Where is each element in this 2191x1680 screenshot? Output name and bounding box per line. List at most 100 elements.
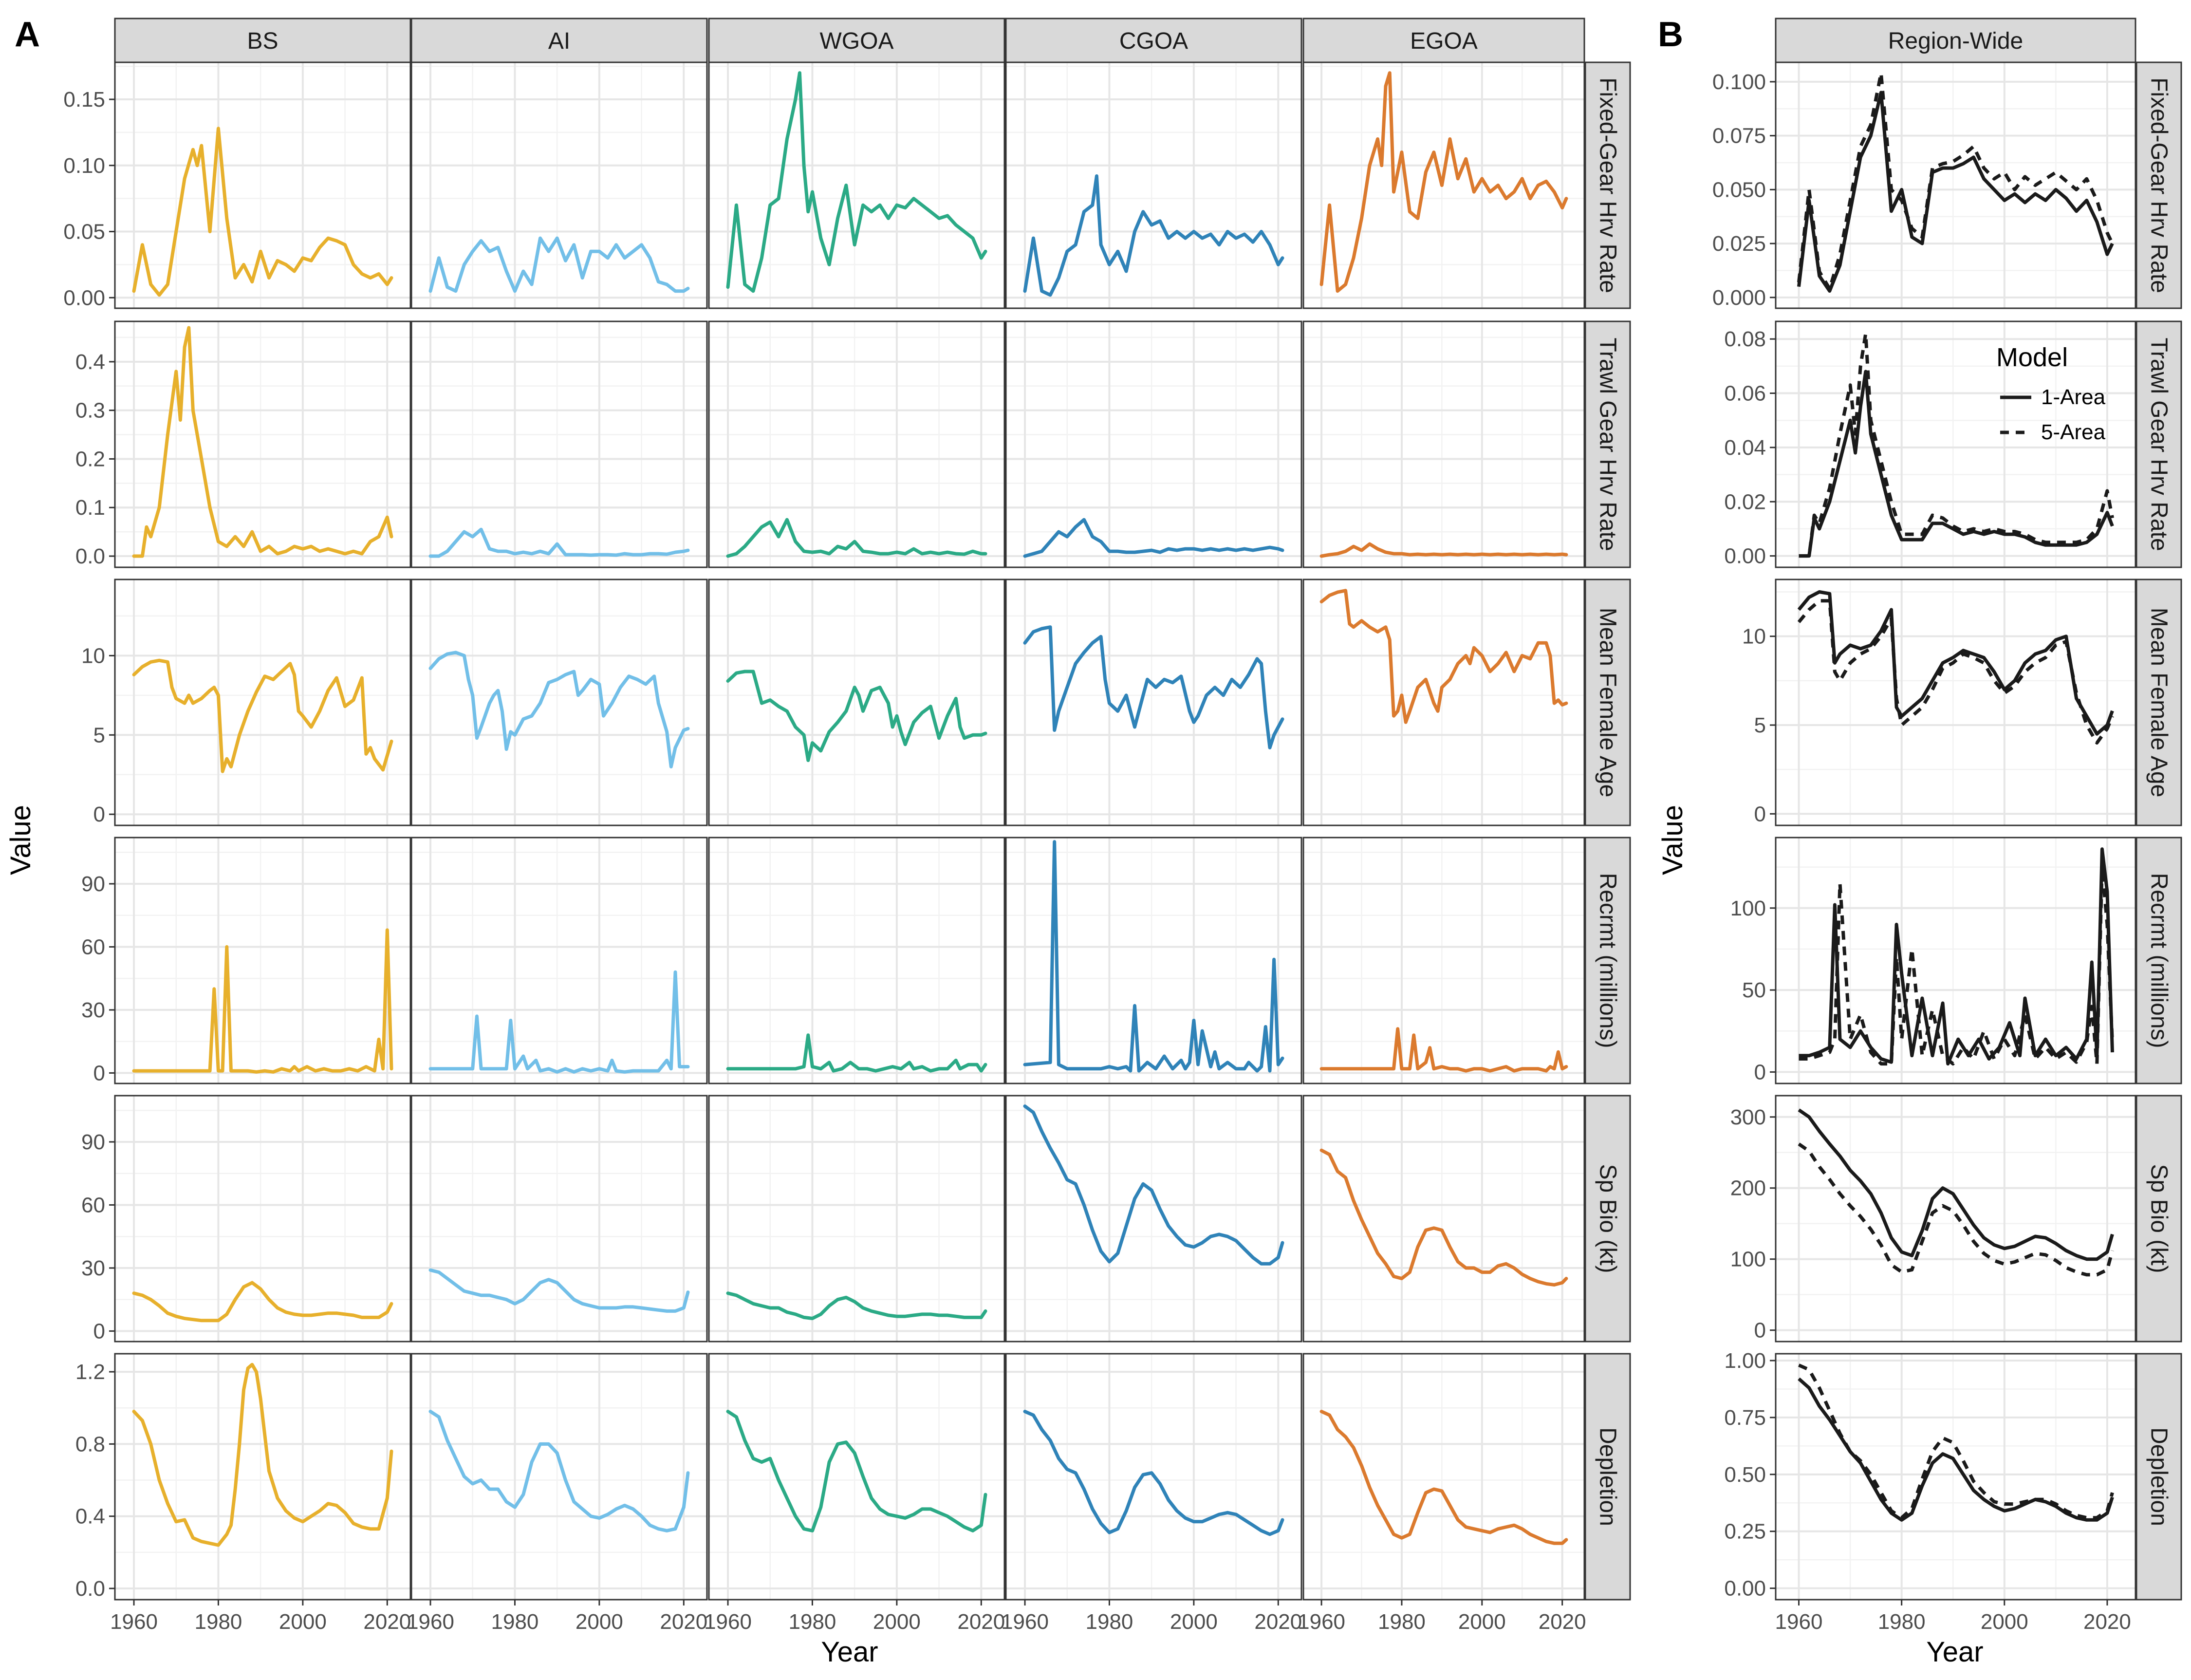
row-strip-label: Recrmt (millions)	[1595, 873, 1621, 1048]
x-tick-label: 2000	[1458, 1610, 1506, 1634]
y-tick-label: 0.08	[1724, 327, 1766, 351]
panel-wgoa-fixed-gear-hrv-rate	[708, 61, 1005, 309]
y-tick-label: 60	[81, 1193, 105, 1217]
y-tick-label: 300	[1730, 1105, 1766, 1129]
x-tick-label: 2000	[279, 1610, 327, 1634]
column-strip-label: AI	[548, 28, 570, 54]
panel-tag-b: B	[1658, 15, 1683, 54]
column-strip-label: Region-Wide	[1888, 28, 2023, 54]
panel-cgoa-recrmt-millions	[1005, 837, 1302, 1084]
panel-ai-mean-female-age	[410, 579, 708, 826]
panel-egoa-trawl-gear-hrv-rate	[1302, 320, 1585, 568]
panel-egoa-recrmt-millions	[1302, 837, 1585, 1084]
panel-bs-fixed-gear-hrv-rate	[114, 61, 411, 309]
y-tick-label: 0.0	[75, 544, 105, 568]
row-strip-sp-bio-kt: Sp Bio (kt)	[2135, 1095, 2182, 1343]
row-strip-label: Depletion	[2146, 1427, 2172, 1526]
panel-region-wide-fixed-gear-hrv-rate	[1775, 61, 2136, 309]
x-tick-label: 1960	[110, 1610, 158, 1634]
column-strip-label: BS	[247, 28, 278, 54]
chart-panel-a: A BS AI WGOA CGOA EGOA0.000.050.100.15 Fixed-G…	[5, 15, 1631, 1668]
row-strip-depletion: Depletion	[1584, 1353, 1631, 1601]
panel-wgoa-depletion	[708, 1353, 1005, 1601]
panel-background	[411, 1096, 707, 1342]
y-tick-label: 0.100	[1712, 70, 1766, 94]
y-axis-title-a: Value	[5, 805, 37, 875]
panel-egoa-mean-female-age	[1302, 579, 1585, 826]
x-tick-label: 1960	[1775, 1610, 1823, 1634]
row-strip-label: Recrmt (millions)	[2146, 873, 2172, 1048]
y-tick-label: 1.00	[1724, 1349, 1766, 1373]
panel-background	[1776, 1096, 2135, 1342]
x-tick-label: 2020	[363, 1610, 411, 1634]
x-tick-label: 1980	[491, 1610, 539, 1634]
row-strip-fixed-gear-hrv-rate: Fixed-Gear Hrv Rate	[2135, 61, 2182, 309]
panel-background	[1303, 1096, 1584, 1342]
figure-canvas: A BS AI WGOA CGOA EGOA0.000.050.100.15 Fixed-G…	[5, 15, 2182, 1668]
panel-egoa-depletion	[1302, 1353, 1585, 1601]
row-strip-mean-female-age: Mean Female Age	[2135, 579, 2182, 826]
y-tick-label: 0.02	[1724, 490, 1766, 514]
row-strip-fixed-gear-hrv-rate: Fixed-Gear Hrv Rate	[1584, 61, 1631, 309]
row-strip-label: Mean Female Age	[2146, 608, 2172, 798]
panel-wgoa-sp-bio-kt	[708, 1095, 1005, 1343]
y-tick-label: 10	[1742, 625, 1766, 649]
y-tick-label: 10	[81, 644, 105, 668]
panel-region-wide-sp-bio-kt	[1775, 1095, 2136, 1343]
row-strip-label: Mean Female Age	[1595, 608, 1621, 798]
y-axis-title-b: Value	[1657, 805, 1689, 875]
y-tick-label: 100	[1730, 1248, 1766, 1271]
row-strip-label: Trawl Gear Hrv Rate	[1595, 337, 1621, 551]
y-tick-label: 0.00	[1724, 1577, 1766, 1601]
x-tick-label: 1960	[704, 1610, 752, 1634]
x-tick-label: 1960	[1001, 1610, 1049, 1634]
y-tick-label: 0.025	[1712, 232, 1766, 256]
legend-label-1-area: 1-Area	[2041, 385, 2106, 409]
panel-background	[1303, 838, 1584, 1083]
panel-egoa-fixed-gear-hrv-rate	[1302, 61, 1585, 309]
y-tick-label: 0	[1754, 1319, 1766, 1343]
y-tick-label: 0.4	[75, 350, 105, 374]
y-tick-label: 0.00	[1724, 544, 1766, 568]
y-tick-label: 0.075	[1712, 124, 1766, 148]
panel-bs-trawl-gear-hrv-rate	[114, 320, 411, 568]
y-tick-label: 0.4	[75, 1505, 105, 1529]
y-tick-label: 90	[81, 872, 105, 896]
y-tick-label: 0.05	[63, 220, 105, 244]
column-strip-label: WGOA	[820, 28, 894, 54]
panel-cgoa-fixed-gear-hrv-rate	[1005, 61, 1302, 309]
row-strip-label: Sp Bio (kt)	[2146, 1164, 2172, 1273]
y-tick-label: 0.06	[1724, 382, 1766, 406]
panel-background	[411, 321, 707, 567]
y-tick-label: 5	[93, 723, 105, 747]
panel-background	[709, 838, 1004, 1083]
panel-tag-a: A	[15, 15, 40, 54]
y-tick-label: 0	[93, 803, 105, 826]
panel-bs-mean-female-age	[114, 579, 411, 826]
panel-bs-sp-bio-kt	[114, 1095, 411, 1343]
panel-bs-recrmt-millions	[114, 837, 411, 1084]
y-tick-label: 0.2	[75, 447, 105, 471]
panel-background	[1776, 1354, 2135, 1600]
x-tick-label: 1980	[195, 1610, 242, 1634]
y-tick-label: 0.050	[1712, 178, 1766, 202]
x-tick-label: 2000	[1981, 1610, 2028, 1634]
y-tick-label: 5	[1754, 713, 1766, 737]
y-tick-label: 50	[1742, 978, 1766, 1002]
panel-cgoa-depletion	[1005, 1353, 1302, 1601]
panel-background	[1006, 1096, 1301, 1342]
row-strip-label: Fixed-Gear Hrv Rate	[2146, 77, 2172, 293]
y-tick-label: 0.3	[75, 399, 105, 423]
y-tick-label: 0.50	[1724, 1463, 1766, 1487]
y-tick-label: 0.000	[1712, 286, 1766, 310]
panel-background	[1006, 321, 1301, 567]
x-tick-label: 2020	[957, 1610, 1005, 1634]
panel-background	[709, 321, 1004, 567]
y-tick-label: 0.00	[63, 286, 105, 310]
panel-bs-depletion	[114, 1353, 411, 1601]
y-tick-label: 60	[81, 935, 105, 959]
column-strip-cgoa: CGOA	[1005, 18, 1302, 63]
panel-ai-sp-bio-kt	[410, 1095, 708, 1343]
column-strip-wgoa: WGOA	[708, 18, 1005, 63]
panel-wgoa-mean-female-age	[708, 579, 1005, 826]
